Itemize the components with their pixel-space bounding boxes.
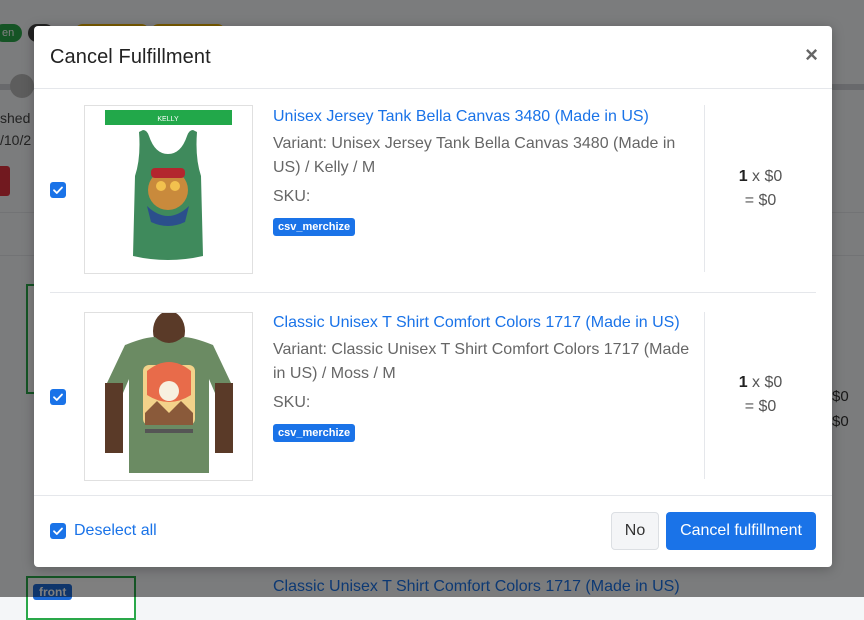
product-variant: Variant: Unisex Jersey Tank Bella Canvas… bbox=[273, 135, 676, 176]
close-icon[interactable]: × bbox=[805, 42, 818, 68]
store-tag: csv_merchize bbox=[273, 424, 356, 442]
deselect-all-label[interactable]: Deselect all bbox=[74, 522, 157, 540]
product-sku: SKU: bbox=[273, 188, 311, 205]
check-icon bbox=[53, 393, 63, 401]
no-button[interactable]: No bbox=[611, 512, 659, 550]
line-total: = $0 bbox=[744, 398, 777, 415]
unit-price: x $0 bbox=[752, 374, 783, 391]
quantity-price: 1 x $0 = $0 bbox=[705, 371, 816, 419]
product-image: KELLY bbox=[84, 105, 253, 274]
unit-price: x $0 bbox=[752, 168, 783, 185]
modal-header: Cancel Fulfillment × bbox=[34, 26, 832, 89]
product-title-link[interactable]: Unisex Jersey Tank Bella Canvas 3480 (Ma… bbox=[273, 108, 649, 126]
product-variant: Variant: Classic Unisex T Shirt Comfort … bbox=[273, 341, 690, 382]
check-icon bbox=[53, 527, 63, 535]
tank-top-image: KELLY bbox=[105, 110, 232, 260]
product-image bbox=[84, 312, 253, 481]
quantity-value: 1 bbox=[738, 168, 748, 185]
image-banner-text: KELLY bbox=[157, 116, 179, 123]
line-total: = $0 bbox=[744, 192, 777, 209]
modal-footer: Deselect all No Cancel fulfillment bbox=[34, 495, 832, 567]
product-title-link[interactable]: Classic Unisex T Shirt Comfort Colors 17… bbox=[273, 314, 680, 332]
check-icon bbox=[53, 186, 63, 194]
fulfillment-item: Classic Unisex T Shirt Comfort Colors 17… bbox=[50, 292, 816, 493]
cancel-fulfillment-modal: Cancel Fulfillment × KELLY Unisex Jersey… bbox=[34, 26, 832, 567]
fulfillment-item: KELLY Unisex Jersey Tank Bella Canvas 34… bbox=[50, 105, 816, 295]
cancel-fulfillment-button[interactable]: Cancel fulfillment bbox=[666, 512, 816, 550]
tshirt-image bbox=[85, 313, 252, 480]
quantity-value: 1 bbox=[738, 374, 748, 391]
quantity-price: 1 x $0 = $0 bbox=[705, 165, 816, 213]
product-sku: SKU: bbox=[273, 394, 311, 411]
deselect-all-checkbox[interactable] bbox=[50, 523, 66, 539]
deselect-all-toggle[interactable]: Deselect all bbox=[50, 522, 157, 540]
item-checkbox[interactable] bbox=[50, 182, 66, 198]
store-tag: csv_merchize bbox=[273, 218, 356, 236]
modal-title: Cancel Fulfillment bbox=[50, 46, 211, 68]
item-checkbox[interactable] bbox=[50, 389, 66, 405]
